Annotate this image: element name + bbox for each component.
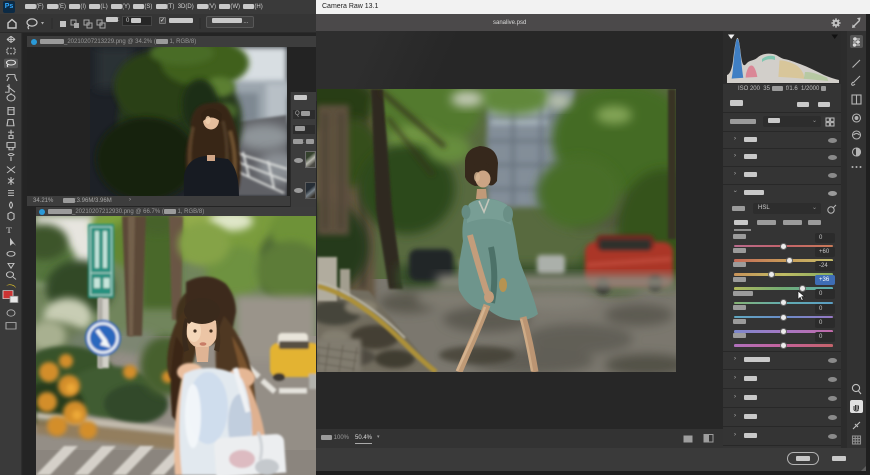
svg-text:T: T [6, 226, 13, 235]
